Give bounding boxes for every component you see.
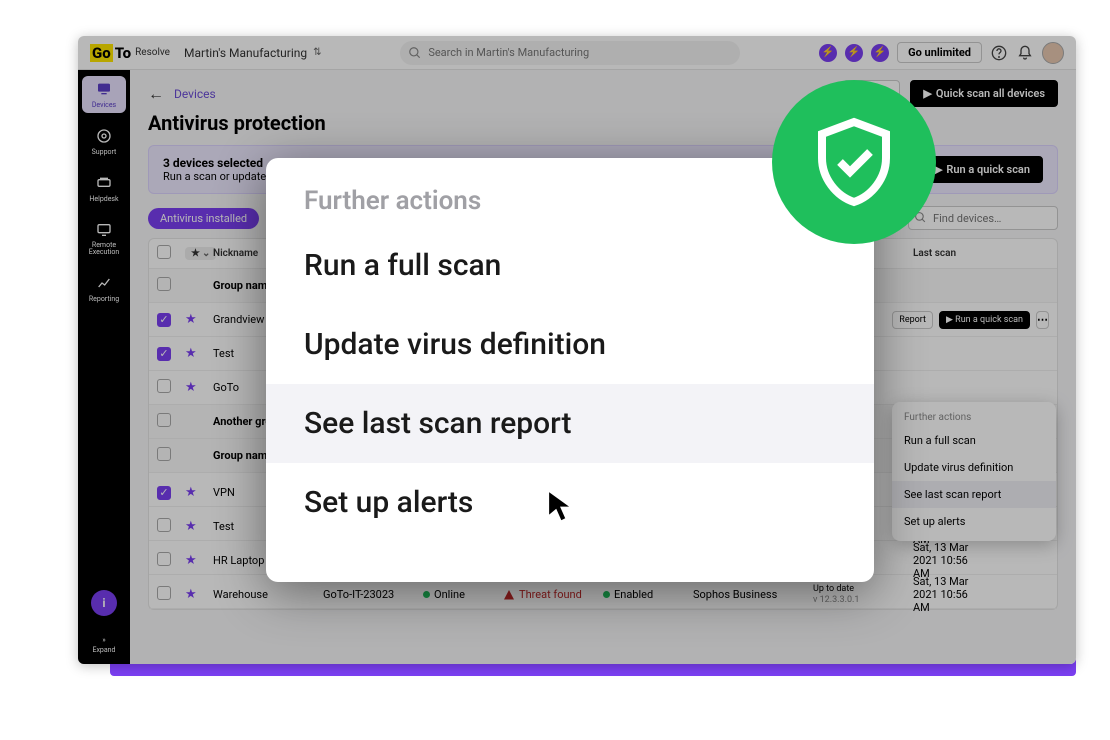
nav-support[interactable]: Support <box>82 123 126 160</box>
top-bar: GoTo Resolve Martin's Manufacturing ⇅ ⚡ … <box>78 36 1076 70</box>
org-picker[interactable]: Martin's Manufacturing ⇅ <box>184 46 322 60</box>
search-icon <box>408 46 422 60</box>
find-devices[interactable] <box>908 206 1058 230</box>
bolt-icon[interactable]: ⚡ <box>819 44 837 62</box>
row-checkbox[interactable]: ✓ <box>157 313 171 327</box>
menu-update-virus-definition[interactable]: Update virus definition <box>892 454 1056 481</box>
popup-see-last-scan-report[interactable]: See last scan report <box>266 384 874 463</box>
nav-remote-execution[interactable]: Remote Execution <box>82 217 126 260</box>
row-checkbox[interactable]: ✓ <box>157 347 171 361</box>
more-actions-button[interactable]: ⋯ <box>1036 311 1049 329</box>
antivirus-value: Sophos Business <box>693 588 813 601</box>
popup-run-full-scan[interactable]: Run a full scan <box>266 226 874 305</box>
run-quick-scan-button[interactable]: ▶ Run a quick scan <box>939 311 1030 329</box>
expand-button[interactable]: » Expand <box>92 636 115 654</box>
star-toggle[interactable]: ★ <box>185 587 213 602</box>
chevron-updown-icon: ⇅ <box>313 47 321 58</box>
play-icon: ▶ <box>923 87 931 100</box>
row-checkbox[interactable]: ✓ <box>157 486 171 500</box>
last-scan-value: Sat, 13 Mar 2021 10:56 AM <box>913 575 977 614</box>
helpdesk-icon <box>95 174 113 192</box>
realtime-value: Enabled <box>603 588 693 601</box>
select-all-checkbox[interactable] <box>157 245 171 259</box>
side-nav: Devices Support Helpdesk Remote Executio… <box>78 70 130 664</box>
star-toggle[interactable]: ★ <box>185 553 213 568</box>
menu-see-last-scan-report[interactable]: See last scan report <box>892 481 1056 508</box>
remote-icon <box>95 221 113 239</box>
row-checkbox[interactable] <box>157 518 171 532</box>
row-checkbox[interactable] <box>157 447 171 461</box>
col-last-scan: Last scan <box>913 248 977 259</box>
info-button[interactable]: i <box>91 590 117 616</box>
bolt-icon[interactable]: ⚡ <box>871 44 889 62</box>
status-value: Online <box>423 588 503 601</box>
global-search-input[interactable] <box>400 41 740 65</box>
avatar[interactable] <box>1042 42 1064 64</box>
star-toggle[interactable]: ★ <box>185 346 213 361</box>
shield-check-badge <box>772 80 936 244</box>
star-toggle[interactable]: ★ <box>185 519 213 534</box>
row-checkbox[interactable] <box>157 586 171 600</box>
global-search[interactable] <box>400 41 740 65</box>
row-checkbox[interactable] <box>157 379 171 393</box>
star-toggle[interactable]: ★ <box>185 312 213 327</box>
star-toggle[interactable]: ★ <box>185 380 213 395</box>
star-column-header[interactable]: ★⌄ <box>185 247 216 260</box>
go-unlimited-button[interactable]: Go unlimited <box>897 42 982 63</box>
star-toggle[interactable]: ★ <box>185 485 213 500</box>
filter-av-installed[interactable]: Antivirus installed <box>148 208 259 229</box>
cursor-icon <box>546 488 576 524</box>
nav-reporting[interactable]: Reporting <box>82 270 126 307</box>
breadcrumb-devices[interactable]: Devices <box>174 87 216 101</box>
play-icon: ▶ <box>946 315 953 325</box>
menu-title: Further actions <box>892 408 1056 427</box>
help-icon[interactable] <box>990 44 1008 62</box>
devices-icon <box>95 80 113 98</box>
definition-value: Up to datev 12.3.3.0.1 <box>813 584 913 606</box>
threat-value: Threat found <box>503 588 603 601</box>
brand-logo: GoTo Resolve <box>90 44 170 62</box>
expand-icon: » <box>102 636 105 644</box>
row-actions-menu: Further actions Run a full scan Update v… <box>892 402 1056 541</box>
row-checkbox[interactable] <box>157 277 171 291</box>
menu-run-full-scan[interactable]: Run a full scan <box>892 427 1056 454</box>
nav-devices[interactable]: Devices <box>82 76 126 113</box>
support-icon <box>95 127 113 145</box>
warning-icon <box>503 589 515 601</box>
shield-check-icon <box>806 114 902 210</box>
row-checkbox[interactable] <box>157 413 171 427</box>
bolt-icon[interactable]: ⚡ <box>845 44 863 62</box>
menu-set-up-alerts[interactable]: Set up alerts <box>892 508 1056 535</box>
popup-update-virus-definition[interactable]: Update virus definition <box>266 305 874 384</box>
find-devices-input[interactable] <box>908 206 1058 230</box>
reporting-icon <box>95 274 113 292</box>
back-arrow[interactable]: ← <box>148 84 164 104</box>
run-quick-scan-button[interactable]: ▶Run a quick scan <box>921 156 1043 183</box>
row-checkbox[interactable] <box>157 552 171 566</box>
bell-icon[interactable] <box>1016 44 1034 62</box>
report-button[interactable]: Report <box>892 311 933 329</box>
nav-helpdesk[interactable]: Helpdesk <box>82 170 126 207</box>
quick-scan-all-button[interactable]: ▶Quick scan all devices <box>910 80 1058 107</box>
host-value: GoTo-IT-23023 <box>323 588 423 601</box>
